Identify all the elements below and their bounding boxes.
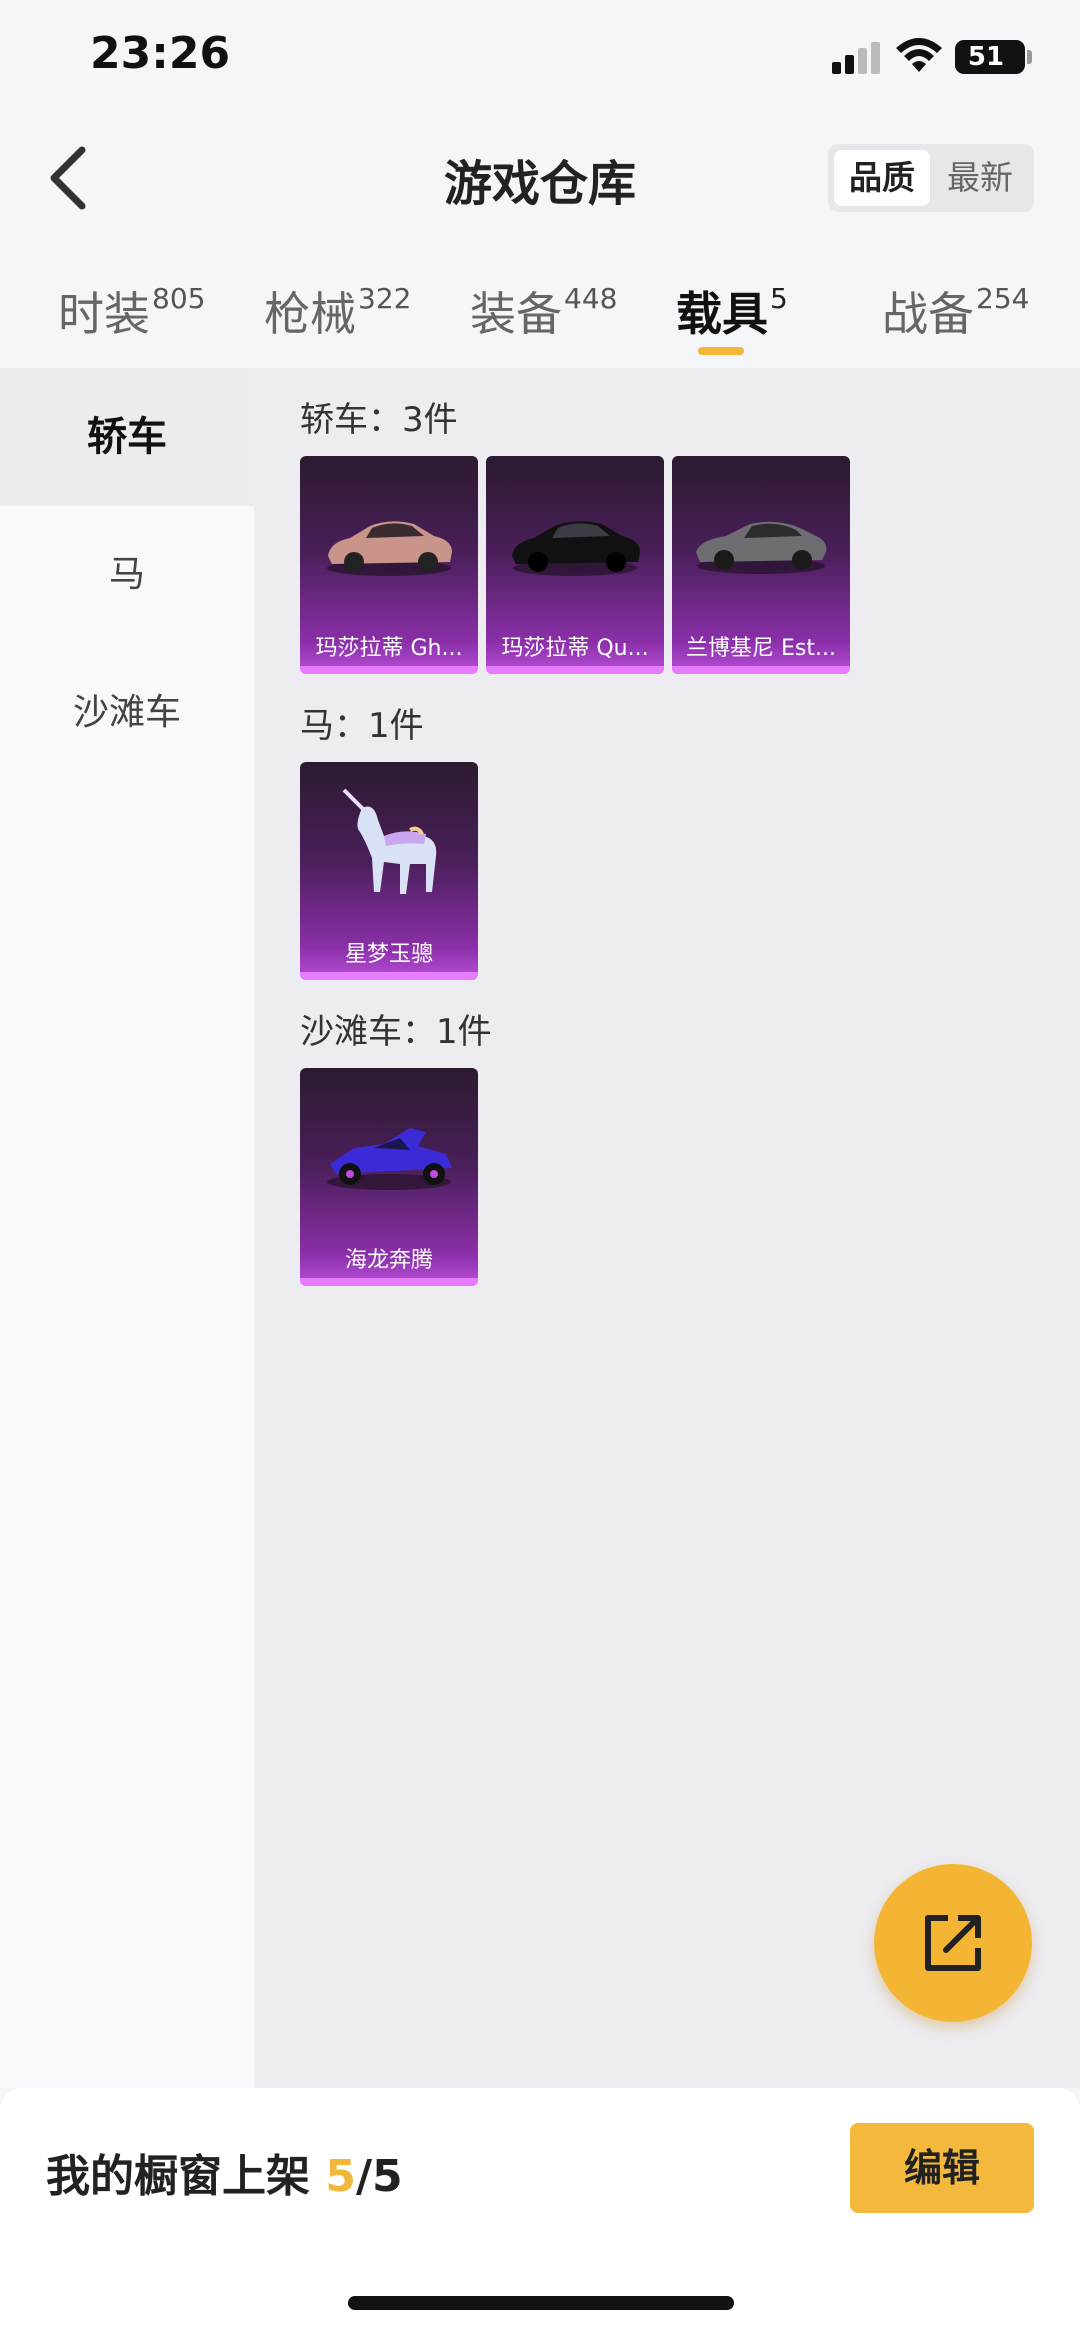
home-indicator[interactable] (348, 2296, 734, 2310)
sidebar-item-sedan[interactable]: 轿车 (0, 368, 254, 506)
subcategory-sidebar: 轿车 马 沙滩车 (0, 368, 254, 2088)
item-name: 海龙奔腾 (344, 1248, 433, 1273)
tab-label: 时装 (58, 287, 150, 341)
item-card[interactable]: 海龙奔腾 (300, 1068, 478, 1286)
showcase-current: 5 (325, 2151, 356, 2202)
item-name: 玛莎拉蒂 Qu... (501, 636, 649, 661)
battery-level: 51 (967, 42, 1005, 72)
car-image (696, 521, 827, 574)
share-button[interactable] (874, 1864, 1032, 2022)
car-image (512, 521, 640, 576)
tab-label: 载具 (676, 287, 768, 341)
sort-option-quality[interactable]: 品质 (834, 150, 930, 206)
item-list: 轿车：3件 玛莎拉蒂 Gh... 玛莎拉蒂 Qu... 兰博基尼 Est... (254, 368, 1080, 2088)
sort-toggle: 品质 最新 (828, 144, 1034, 212)
category-tabs: 时装805 枪械322 装备448 载具5 战备254 (0, 268, 1080, 368)
group-title-sedan: 轿车：3件 (300, 400, 458, 440)
tab-weapons[interactable]: 枪械322 (264, 278, 411, 344)
tab-count: 5 (770, 282, 788, 315)
tab-count: 448 (564, 282, 618, 315)
group-title-beach-buggy: 沙滩车：1件 (300, 1012, 492, 1052)
unicorn-image (342, 788, 437, 894)
tab-label: 枪械 (264, 287, 356, 341)
page-title: 游戏仓库 (443, 156, 636, 212)
tab-equipment[interactable]: 装备448 (470, 278, 617, 344)
car-image (327, 521, 452, 576)
tab-fashion[interactable]: 时装805 (58, 278, 205, 344)
tab-supplies[interactable]: 战备254 (882, 278, 1029, 344)
edit-button[interactable]: 编辑 (850, 2123, 1034, 2213)
item-name: 玛莎拉蒂 Gh... (315, 636, 463, 661)
share-export-icon (925, 1915, 981, 1971)
battery-icon: 51 (955, 40, 1032, 74)
sidebar-item-horse[interactable]: 马 (0, 506, 254, 644)
item-name: 兰博基尼 Est... (686, 636, 836, 661)
item-card[interactable]: 星梦玉骢 (300, 762, 478, 980)
sort-option-newest[interactable]: 最新 (932, 150, 1028, 206)
wifi-icon (896, 38, 942, 72)
buggy-image (327, 1128, 452, 1190)
tab-label: 战备 (882, 287, 974, 341)
status-time: 23:26 (90, 28, 231, 79)
showcase-status: 我的橱窗上架 5/5 (46, 2140, 403, 2204)
status-bar: 23:26 51 (0, 0, 1080, 120)
item-card[interactable]: 兰博基尼 Est... (672, 456, 850, 674)
tab-count: 805 (152, 282, 206, 315)
item-card[interactable]: 玛莎拉蒂 Gh... (300, 456, 478, 674)
sidebar-item-beach-buggy[interactable]: 沙滩车 (0, 644, 254, 782)
item-name: 星梦玉骢 (344, 942, 433, 967)
tab-vehicles[interactable]: 载具5 (676, 278, 788, 344)
cellular-signal-icon (832, 42, 880, 74)
active-tab-indicator (698, 347, 744, 355)
showcase-total: 5 (372, 2151, 403, 2202)
group-title-horse: 马：1件 (300, 706, 424, 746)
tab-label: 装备 (470, 287, 562, 341)
back-chevron-icon[interactable] (40, 138, 100, 218)
showcase-label: 我的橱窗上架 (46, 2151, 310, 2202)
tab-count: 254 (976, 282, 1030, 315)
showcase-separator: / (355, 2151, 373, 2202)
item-card[interactable]: 玛莎拉蒂 Qu... (486, 456, 664, 674)
tab-count: 322 (358, 282, 412, 315)
